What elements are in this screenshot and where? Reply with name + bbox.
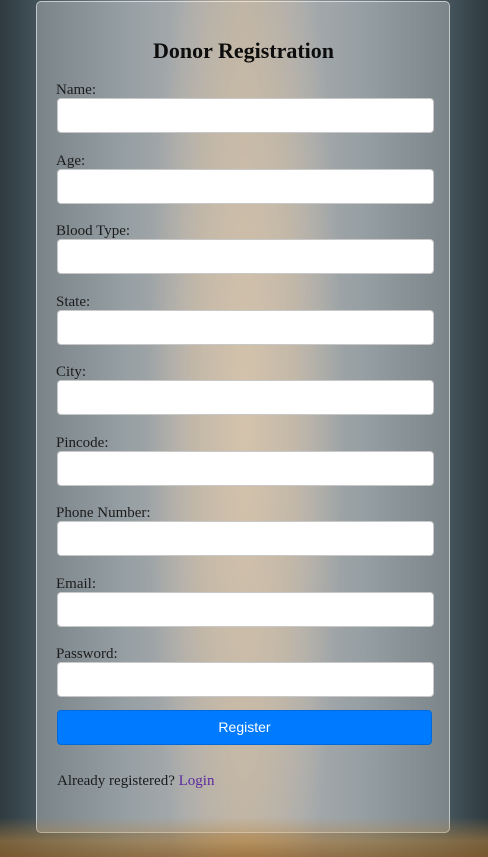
age-field-group: Age: <box>56 152 434 223</box>
login-link[interactable]: Login <box>179 773 215 789</box>
blood-type-input[interactable] <box>57 239 434 274</box>
pincode-input[interactable] <box>57 450 434 486</box>
state-input[interactable] <box>57 309 434 345</box>
login-prompt-line: Already registered? Login <box>57 772 431 790</box>
name-field-group: Name: <box>56 81 434 152</box>
city-input[interactable] <box>57 380 434 415</box>
blood-type-label: Blood Type: <box>56 223 131 239</box>
password-input[interactable] <box>57 662 434 697</box>
phone-field-group: Phone Number: <box>56 504 434 575</box>
pincode-field-group: Pincode: <box>56 434 434 505</box>
password-label: Password: <box>56 646 118 662</box>
email-input[interactable] <box>57 591 434 627</box>
city-label: City: <box>56 364 87 380</box>
pincode-label: Pincode: <box>56 434 109 451</box>
state-label: State: <box>56 293 91 310</box>
phone-label: Phone Number: <box>56 505 151 521</box>
age-label: Age: <box>56 152 86 169</box>
phone-input[interactable] <box>57 521 434 556</box>
state-field-group: State: <box>56 293 434 364</box>
registration-card: Donor Registration Name: Age: Blood Type… <box>36 1 450 833</box>
name-label: Name: <box>56 82 96 98</box>
email-label: Email: <box>56 575 96 592</box>
city-field-group: City: <box>56 363 434 434</box>
name-input[interactable] <box>57 98 434 133</box>
blood-type-field-group: Blood Type: <box>56 222 434 293</box>
login-prompt-text: Already registered? <box>57 772 175 789</box>
age-input[interactable] <box>57 168 434 204</box>
password-field-group: Password: <box>56 645 434 716</box>
email-field-group: Email: <box>56 575 434 646</box>
page-title: Donor Registration <box>152 38 335 63</box>
register-button[interactable]: Register <box>57 709 432 745</box>
